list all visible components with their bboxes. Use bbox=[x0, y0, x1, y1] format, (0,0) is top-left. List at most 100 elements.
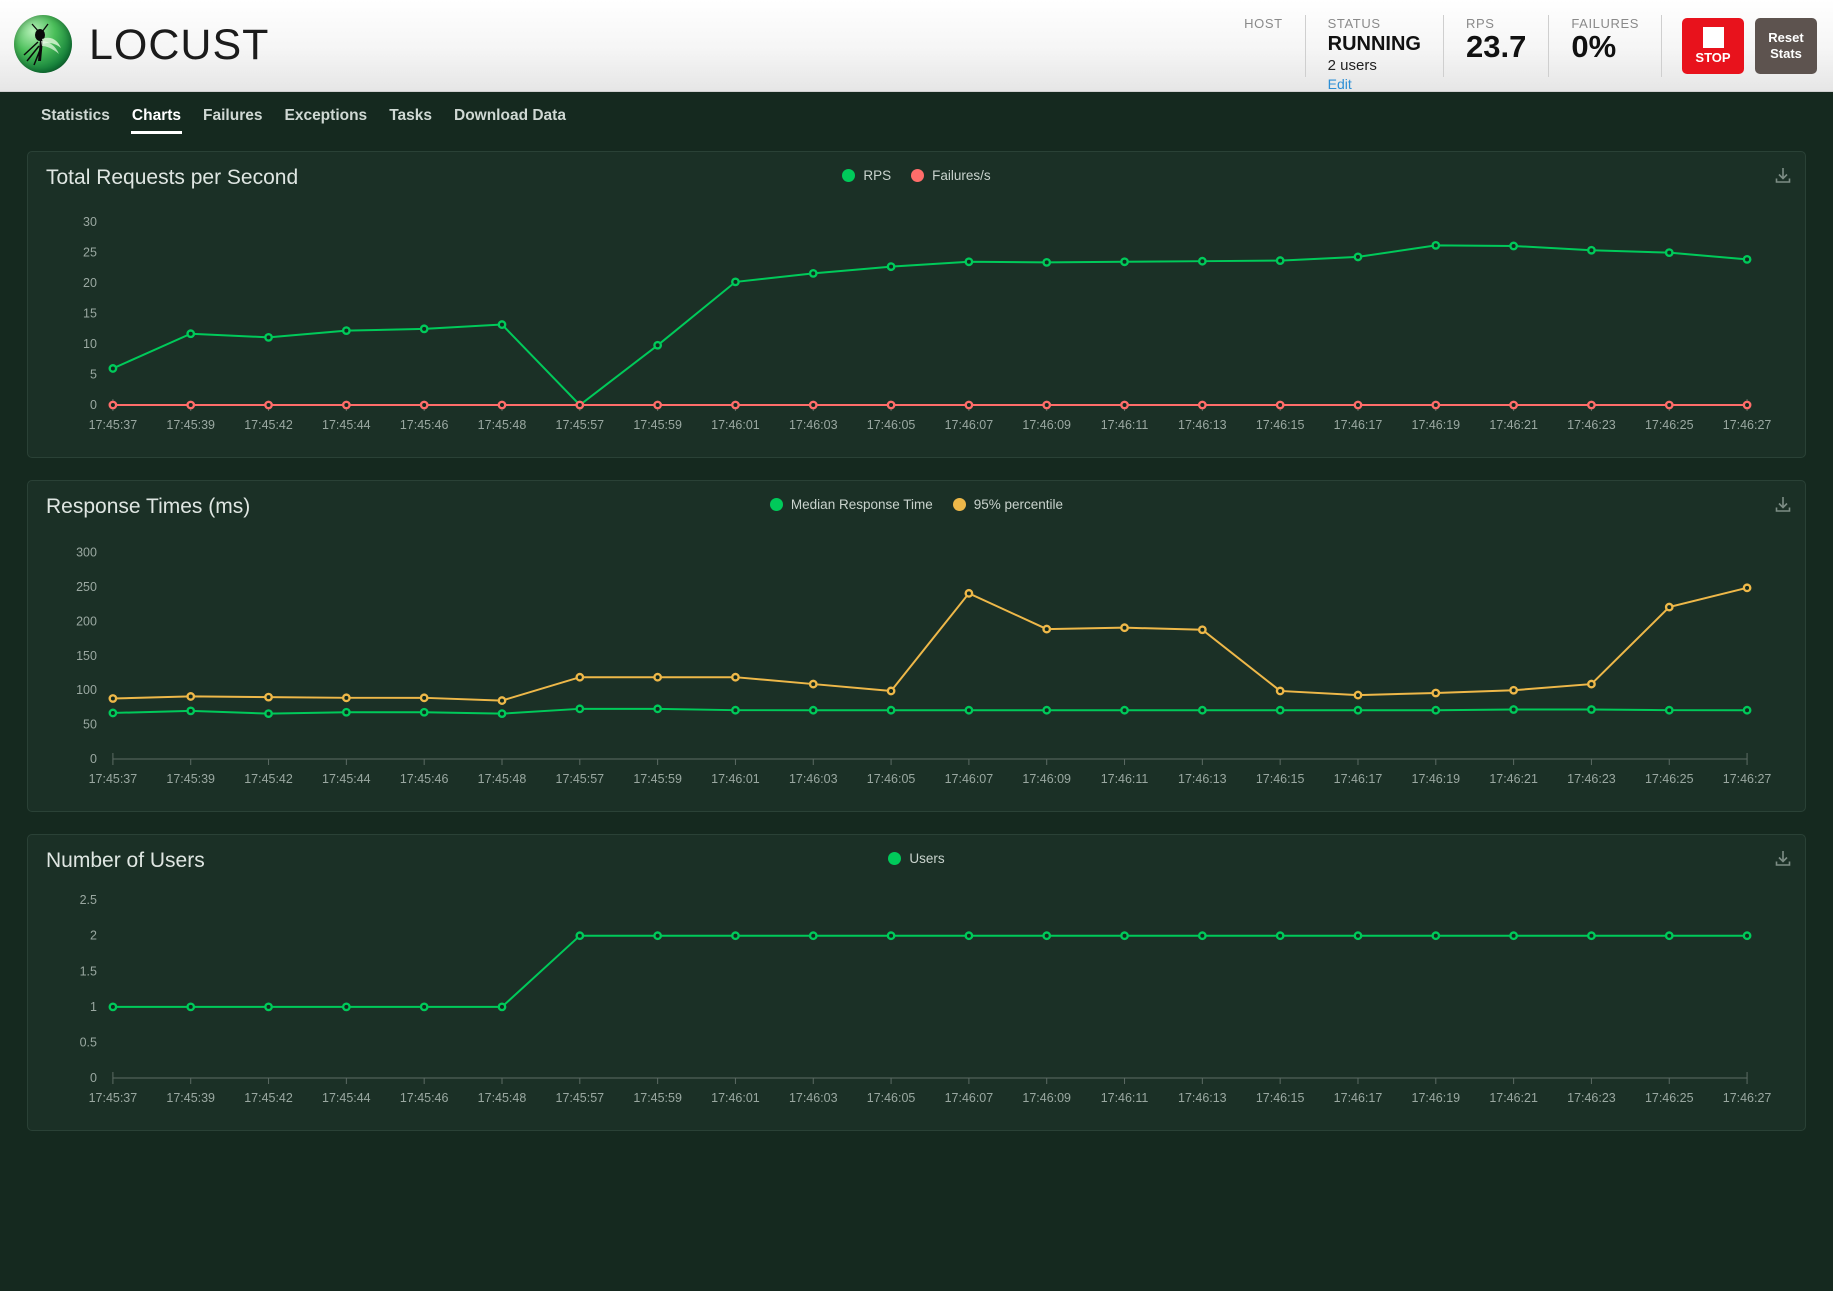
svg-text:0: 0 bbox=[90, 1071, 97, 1085]
svg-text:17:46:05: 17:46:05 bbox=[867, 1091, 916, 1105]
svg-text:17:46:23: 17:46:23 bbox=[1567, 1091, 1616, 1105]
brand-name: LOCUST bbox=[89, 21, 270, 69]
svg-text:17:46:15: 17:46:15 bbox=[1256, 418, 1305, 432]
stat-status-users: 2 users bbox=[1327, 56, 1377, 74]
svg-text:50: 50 bbox=[83, 718, 97, 732]
svg-text:17:46:03: 17:46:03 bbox=[789, 772, 838, 786]
svg-text:17:46:27: 17:46:27 bbox=[1723, 1091, 1772, 1105]
svg-text:17:46:05: 17:46:05 bbox=[867, 772, 916, 786]
svg-text:17:46:21: 17:46:21 bbox=[1489, 418, 1538, 432]
svg-text:17:45:42: 17:45:42 bbox=[244, 772, 293, 786]
svg-text:250: 250 bbox=[76, 580, 97, 594]
svg-text:0.5: 0.5 bbox=[80, 1035, 97, 1049]
svg-text:17:46:23: 17:46:23 bbox=[1567, 418, 1616, 432]
stop-button-label: STOP bbox=[1695, 49, 1731, 65]
stat-status-value: RUNNING bbox=[1327, 32, 1421, 55]
svg-text:30: 30 bbox=[83, 215, 97, 229]
svg-text:17:46:01: 17:46:01 bbox=[711, 772, 760, 786]
svg-text:17:45:48: 17:45:48 bbox=[478, 772, 527, 786]
nav-item-download-data[interactable]: Download Data bbox=[443, 107, 577, 134]
svg-text:17:46:27: 17:46:27 bbox=[1723, 418, 1772, 432]
chart-plot-area[interactable]: 0 50 100 150 200 250 300 17:45:37 17:45:39 17:45:… bbox=[28, 481, 1805, 811]
svg-text:17:45:57: 17:45:57 bbox=[556, 418, 605, 432]
chart-panel-1: Total Requests per Second RPS Failures/s 0 5… bbox=[27, 151, 1806, 458]
svg-text:17:45:44: 17:45:44 bbox=[322, 772, 371, 786]
svg-text:17:46:07: 17:46:07 bbox=[945, 772, 994, 786]
svg-text:300: 300 bbox=[76, 546, 97, 560]
charts-content: Total Requests per Second RPS Failures/s 0 5… bbox=[0, 134, 1833, 1131]
svg-text:17:46:09: 17:46:09 bbox=[1022, 1091, 1071, 1105]
svg-text:17:46:09: 17:46:09 bbox=[1022, 418, 1071, 432]
svg-text:17:46:25: 17:46:25 bbox=[1645, 772, 1694, 786]
chart-panel-2: Response Times (ms) Median Response Time 9… bbox=[27, 480, 1806, 812]
svg-text:17:46:27: 17:46:27 bbox=[1723, 772, 1772, 786]
svg-text:17:45:44: 17:45:44 bbox=[322, 418, 371, 432]
svg-text:17:45:59: 17:45:59 bbox=[633, 1091, 682, 1105]
svg-text:17:45:48: 17:45:48 bbox=[478, 1091, 527, 1105]
svg-text:17:46:25: 17:46:25 bbox=[1645, 1091, 1694, 1105]
stat-failures: FAILURES 0% bbox=[1549, 14, 1662, 77]
svg-text:17:45:59: 17:45:59 bbox=[633, 418, 682, 432]
svg-text:0: 0 bbox=[90, 752, 97, 766]
header-buttons: STOP Reset Stats bbox=[1662, 15, 1817, 77]
svg-text:17:45:57: 17:45:57 bbox=[556, 1091, 605, 1105]
svg-text:17:46:21: 17:46:21 bbox=[1489, 1091, 1538, 1105]
svg-text:17:46:19: 17:46:19 bbox=[1412, 772, 1461, 786]
stop-square-icon bbox=[1702, 26, 1724, 48]
stat-status-label: STATUS bbox=[1327, 15, 1381, 31]
svg-text:17:46:17: 17:46:17 bbox=[1334, 772, 1383, 786]
svg-text:17:46:13: 17:46:13 bbox=[1178, 1091, 1227, 1105]
svg-text:17:45:37: 17:45:37 bbox=[89, 418, 138, 432]
stat-failures-value: 0% bbox=[1571, 28, 1617, 64]
svg-text:17:46:01: 17:46:01 bbox=[711, 418, 760, 432]
svg-text:15: 15 bbox=[83, 307, 97, 321]
stop-button[interactable]: STOP bbox=[1682, 17, 1744, 74]
svg-text:200: 200 bbox=[76, 614, 97, 628]
nav-item-exceptions[interactable]: Exceptions bbox=[273, 107, 378, 134]
stat-status: STATUS RUNNING 2 users Edit bbox=[1306, 14, 1444, 92]
chart-plot-area[interactable]: 0 0.5 1 1.5 2 2.5 17:45:37 17:45:39 17:45:42 17:4… bbox=[28, 835, 1805, 1130]
svg-text:1.5: 1.5 bbox=[80, 964, 97, 978]
svg-text:17:46:19: 17:46:19 bbox=[1412, 418, 1461, 432]
nav-item-statistics[interactable]: Statistics bbox=[30, 107, 121, 134]
svg-text:17:45:39: 17:45:39 bbox=[166, 418, 215, 432]
stat-rps: RPS 23.7 bbox=[1444, 14, 1550, 77]
svg-text:17:46:15: 17:46:15 bbox=[1256, 1091, 1305, 1105]
stat-host-label: HOST bbox=[1244, 15, 1283, 31]
svg-text:17:45:59: 17:45:59 bbox=[633, 772, 682, 786]
locust-logo-icon bbox=[14, 14, 76, 77]
svg-text:17:46:19: 17:46:19 bbox=[1412, 1091, 1461, 1105]
nav-item-charts[interactable]: Charts bbox=[121, 107, 192, 134]
svg-text:5: 5 bbox=[90, 368, 97, 382]
svg-text:17:45:39: 17:45:39 bbox=[166, 1091, 215, 1105]
reset-stats-button[interactable]: Reset Stats bbox=[1755, 17, 1817, 74]
svg-text:2: 2 bbox=[90, 929, 97, 943]
svg-text:17:46:03: 17:46:03 bbox=[789, 1091, 838, 1105]
svg-text:17:46:13: 17:46:13 bbox=[1178, 772, 1227, 786]
svg-text:17:46:11: 17:46:11 bbox=[1101, 772, 1149, 786]
nav-item-tasks[interactable]: Tasks bbox=[378, 107, 443, 134]
svg-text:17:45:46: 17:45:46 bbox=[400, 418, 449, 432]
svg-text:25: 25 bbox=[83, 246, 97, 260]
svg-text:17:45:37: 17:45:37 bbox=[89, 1091, 138, 1105]
svg-text:1: 1 bbox=[90, 1000, 97, 1014]
svg-text:17:46:23: 17:46:23 bbox=[1567, 772, 1616, 786]
svg-text:17:46:05: 17:46:05 bbox=[867, 418, 916, 432]
svg-text:10: 10 bbox=[83, 337, 97, 351]
chart-plot-area[interactable]: 0 5 10 15 20 25 30 17:45:37 17:45:39 17:45:42 17:4… bbox=[28, 152, 1805, 457]
svg-text:17:46:25: 17:46:25 bbox=[1645, 418, 1694, 432]
edit-link[interactable]: Edit bbox=[1328, 75, 1421, 93]
svg-text:17:45:42: 17:45:42 bbox=[244, 1091, 293, 1105]
nav-item-failures[interactable]: Failures bbox=[192, 107, 273, 134]
svg-text:17:46:17: 17:46:17 bbox=[1334, 418, 1383, 432]
svg-text:0: 0 bbox=[90, 398, 97, 412]
svg-text:17:46:15: 17:46:15 bbox=[1256, 772, 1305, 786]
svg-text:17:46:17: 17:46:17 bbox=[1334, 1091, 1383, 1105]
svg-text:17:45:57: 17:45:57 bbox=[556, 772, 605, 786]
svg-text:20: 20 bbox=[83, 276, 97, 290]
svg-text:17:46:07: 17:46:07 bbox=[945, 418, 994, 432]
header-stats: HOST STATUS RUNNING 2 users Edit RPS 23.… bbox=[1222, 14, 1833, 92]
svg-text:17:45:48: 17:45:48 bbox=[478, 418, 527, 432]
stat-host: HOST bbox=[1222, 14, 1306, 77]
svg-text:17:45:46: 17:45:46 bbox=[400, 772, 449, 786]
